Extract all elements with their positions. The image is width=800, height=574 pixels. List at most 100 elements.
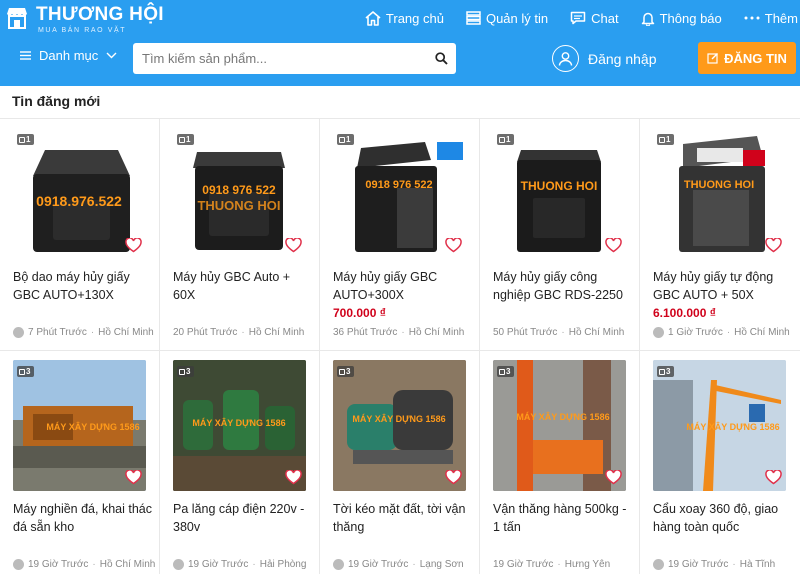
listing-card[interactable]: 0918 976 522 THUONG HOI 1 Máy hủy GBC Au… bbox=[160, 118, 320, 350]
listing-location: Hà Tĩnh bbox=[739, 559, 776, 570]
listing-thumbnail[interactable]: 0918.976.522 1 bbox=[13, 128, 146, 259]
search-input[interactable] bbox=[133, 43, 426, 74]
avatar bbox=[653, 559, 664, 570]
listing-card[interactable]: 0918 976 522 1 Máy hủy giấy GBC AUTO+300… bbox=[320, 118, 480, 350]
listing-title[interactable]: Tời kéo mặt đất, tời vận thăng bbox=[333, 500, 473, 536]
listing-location: Hồ Chí Minh bbox=[99, 559, 155, 570]
nav-more[interactable]: Thêm bbox=[744, 11, 798, 26]
nav-home[interactable]: Trang chủ bbox=[365, 11, 444, 26]
listing-meta: 1 Giờ Trước · Hồ Chí Minh bbox=[653, 327, 795, 338]
login-button[interactable]: Đăng nhập bbox=[552, 45, 657, 72]
separator: · bbox=[412, 559, 416, 570]
separator: · bbox=[252, 559, 256, 570]
listing-time: 19 Giờ Trước bbox=[188, 559, 249, 570]
listing-card[interactable]: 0918.976.522 1 Bộ dao máy hủy giấy GBC A… bbox=[0, 118, 160, 350]
login-label: Đăng nhập bbox=[588, 50, 657, 67]
listing-time: 19 Giờ Trước bbox=[28, 559, 89, 570]
heart-icon[interactable] bbox=[765, 470, 782, 485]
search-icon bbox=[434, 52, 448, 65]
listing-meta: 50 Phút Trước · Hồ Chí Minh bbox=[493, 327, 635, 338]
heart-icon[interactable] bbox=[285, 470, 302, 485]
heart-icon[interactable] bbox=[445, 238, 462, 253]
listing-thumbnail[interactable]: MÁY XÂY DỰNG 1586 3 bbox=[653, 360, 786, 491]
listing-meta: 19 Giờ Trước · Lạng Sơn bbox=[333, 559, 475, 570]
listing-section: Tin đăng mới 0918.976.522 1 Bộ dao máy h… bbox=[0, 86, 800, 574]
edit-icon bbox=[707, 53, 719, 64]
listing-title[interactable]: Máy hủy giấy tự động GBC AUTO + 50X bbox=[653, 268, 793, 304]
heart-icon[interactable] bbox=[605, 238, 622, 253]
listing-price: 700.000 ₫ bbox=[333, 306, 386, 320]
separator: · bbox=[401, 327, 405, 338]
listing-thumbnail[interactable]: THUONG HOI 1 bbox=[493, 128, 626, 259]
list-icon bbox=[466, 11, 481, 25]
svg-text:0918.976.522: 0918.976.522 bbox=[36, 193, 122, 209]
avatar bbox=[173, 559, 184, 570]
listing-title[interactable]: Máy hủy giấy GBC AUTO+300X bbox=[333, 268, 473, 304]
listing-thumbnail[interactable]: THUONG HOI 1 bbox=[653, 128, 786, 259]
listing-thumbnail[interactable]: MÁY XÂY DỰNG 1586 3 bbox=[13, 360, 146, 491]
listing-thumbnail[interactable]: 0918 976 522 THUONG HOI 1 bbox=[173, 128, 306, 259]
heart-icon[interactable] bbox=[765, 238, 782, 253]
listing-meta: 36 Phút Trước · Hồ Chí Minh bbox=[333, 327, 475, 338]
heart-icon[interactable] bbox=[125, 470, 142, 485]
listing-location: Hồ Chí Minh bbox=[568, 327, 625, 338]
home-icon bbox=[365, 10, 381, 26]
listing-thumbnail[interactable]: MÁY XÂY DỰNG 1586 3 bbox=[333, 360, 466, 491]
top-header: THƯƠNG HỘI MUA BÁN RAO VẶT Trang chủ Quả… bbox=[0, 0, 800, 86]
image-count-badge: 3 bbox=[497, 366, 515, 377]
listing-card[interactable]: MÁY XÂY DỰNG 1586 3 Vận thăng hàng 500kg… bbox=[480, 350, 640, 574]
separator: · bbox=[726, 327, 731, 338]
svg-text:MÁY XÂY DỰNG 1586: MÁY XÂY DỰNG 1586 bbox=[352, 413, 445, 424]
separator: · bbox=[92, 559, 96, 570]
post-listing-label: ĐĂNG TIN bbox=[724, 50, 787, 66]
listing-title[interactable]: Máy hủy giấy công nghiệp GBC RDS-2250 bbox=[493, 268, 633, 304]
top-navigation: Trang chủ Quản lý tin Chat Thông báo Thê… bbox=[343, 0, 798, 36]
listing-title[interactable]: Pa lăng cáp điện 220v - 380v bbox=[173, 500, 313, 536]
listing-card[interactable]: MÁY XÂY DỰNG 1586 3 Tời kéo mặt đất, tời… bbox=[320, 350, 480, 574]
svg-text:MÁY XÂY DỰNG 1586: MÁY XÂY DỰNG 1586 bbox=[686, 421, 779, 432]
svg-text:MÁY XÂY DỰNG 1586: MÁY XÂY DỰNG 1586 bbox=[46, 421, 139, 432]
listing-time: 36 Phút Trước bbox=[333, 327, 398, 338]
nav-notifications[interactable]: Thông báo bbox=[641, 11, 722, 26]
svg-text:0918 976 522: 0918 976 522 bbox=[202, 183, 276, 197]
chevron-down-icon bbox=[106, 52, 117, 59]
image-count-badge: 1 bbox=[17, 134, 35, 145]
site-logo[interactable]: THƯƠNG HỘI MUA BÁN RAO VẶT bbox=[4, 4, 164, 38]
avatar bbox=[13, 327, 24, 338]
listing-thumbnail[interactable]: MÁY XÂY DỰNG 1586 3 bbox=[173, 360, 306, 491]
nav-home-label: Trang chủ bbox=[385, 10, 444, 26]
nav-manage-posts[interactable]: Quản lý tin bbox=[466, 11, 548, 26]
category-menu-button[interactable]: Danh mục bbox=[20, 48, 117, 63]
listing-thumbnail[interactable]: 0918 976 522 1 bbox=[333, 128, 466, 259]
listing-card[interactable]: MÁY XÂY DỰNG 1586 3 Cẩu xoay 360 độ, gia… bbox=[640, 350, 800, 574]
listing-title[interactable]: Bộ dao máy hủy giấy GBC AUTO+130X bbox=[13, 268, 153, 304]
listing-card[interactable]: MÁY XÂY DỰNG 1586 3 Pa lăng cáp điện 220… bbox=[160, 350, 320, 574]
listing-title[interactable]: Cẩu xoay 360 độ, giao hàng toàn quốc bbox=[653, 500, 793, 536]
heart-icon[interactable] bbox=[285, 238, 302, 253]
listing-price: 6.100.000 ₫ bbox=[653, 306, 716, 320]
listing-meta: 19 Giờ Trước · Hưng Yên bbox=[493, 559, 635, 570]
post-listing-button[interactable]: ĐĂNG TIN bbox=[698, 42, 796, 74]
listing-title[interactable]: Máy nghiền đá, khai thác đá sẵn kho bbox=[13, 500, 153, 536]
search-button[interactable] bbox=[426, 52, 456, 65]
image-count-badge: 3 bbox=[337, 366, 355, 377]
heart-icon[interactable] bbox=[125, 238, 142, 253]
listing-location: Hồ Chí Minh bbox=[98, 327, 154, 338]
listing-title[interactable]: Vận thăng hàng 500kg - 1 tấn bbox=[493, 500, 633, 536]
listing-thumbnail[interactable]: MÁY XÂY DỰNG 1586 3 bbox=[493, 360, 626, 491]
listing-card[interactable]: THUONG HOI 1 Máy hủy giấy công nghiệp GB… bbox=[480, 118, 640, 350]
listing-card[interactable]: MÁY XÂY DỰNG 1586 3 Máy nghiền đá, khai … bbox=[0, 350, 160, 574]
listing-card[interactable]: THUONG HOI 1 Máy hủy giấy tự động GBC AU… bbox=[640, 118, 800, 350]
section-title: Tin đăng mới bbox=[12, 93, 101, 109]
listing-time: 20 Phút Trước bbox=[173, 327, 238, 338]
listing-location: Hải Phòng bbox=[259, 559, 307, 570]
nav-chat[interactable]: Chat bbox=[570, 11, 619, 26]
separator: · bbox=[561, 327, 565, 338]
listing-time: 7 Phút Trước bbox=[28, 327, 87, 338]
logo-title: THƯƠNG HỘI bbox=[36, 4, 164, 25]
hamburger-icon bbox=[20, 51, 31, 60]
listing-title[interactable]: Máy hủy GBC Auto + 60X bbox=[173, 268, 313, 304]
heart-icon[interactable] bbox=[605, 470, 622, 485]
heart-icon[interactable] bbox=[445, 470, 462, 485]
search-row: Danh mục Đăng nhập ĐĂNG TIN bbox=[0, 40, 800, 76]
